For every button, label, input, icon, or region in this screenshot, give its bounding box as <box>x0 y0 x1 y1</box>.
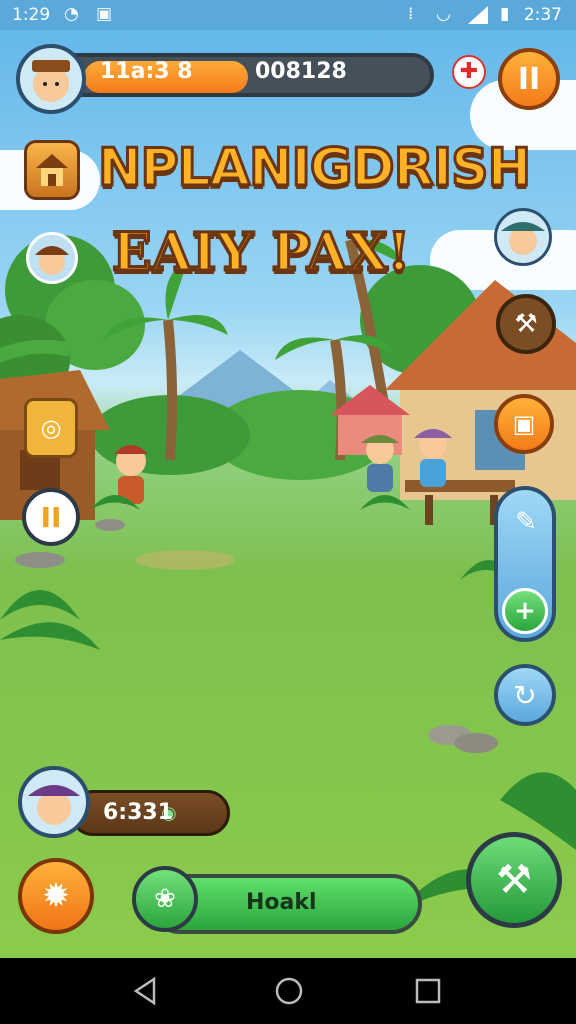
player-avatar[interactable] <box>16 44 86 114</box>
action-label: Hoakl <box>246 890 317 915</box>
left-pause-button[interactable]: II <box>22 488 80 546</box>
navigation-bar <box>0 958 576 1024</box>
tool-panel: ✎ + <box>494 486 556 642</box>
hammer-icon: ⚒ <box>514 309 538 339</box>
refresh-button[interactable]: ↻ <box>494 664 556 726</box>
back-icon[interactable] <box>132 976 160 1006</box>
house-icon <box>36 154 68 186</box>
friend-avatar[interactable] <box>26 232 78 284</box>
sun-button[interactable]: ✹ <box>18 858 94 934</box>
hammer-button[interactable]: ⚒ <box>496 294 556 354</box>
home-icon[interactable] <box>274 976 304 1006</box>
signal-icon <box>468 6 488 24</box>
tool-button[interactable]: ✎ <box>504 500 548 544</box>
hud-right-value: 008128 <box>255 59 347 84</box>
battery-icon: ▮ <box>500 4 510 24</box>
friend-face-icon <box>35 246 69 275</box>
sun-icon: ✹ <box>41 876 71 916</box>
refresh-icon: ↻ <box>513 678 537 712</box>
pause-icon: II <box>40 500 62 534</box>
status-bar: 1:29 ◔ ▣ ⁞ ◡ ▮ 2:37 <box>0 0 576 30</box>
game-subtitle: EAIY PAX! <box>110 221 411 285</box>
status-time: 1:29 <box>12 5 51 25</box>
npc-face-icon <box>501 222 545 255</box>
coin-stack-icon: ◎ <box>40 414 62 442</box>
sprout-icon: ❀ <box>154 884 176 914</box>
notification-icon: ▣ <box>96 4 113 24</box>
medkit-icon: ✚ <box>459 59 479 84</box>
game-title: NPLANIGDRISH <box>96 137 532 200</box>
shovel-icon: ⚒ <box>496 857 532 903</box>
chest-button[interactable]: ▣ <box>494 394 554 454</box>
npc-avatar[interactable] <box>494 208 552 266</box>
player-face-icon <box>32 60 70 102</box>
bottom-player-avatar[interactable] <box>18 766 90 838</box>
pause-button[interactable]: II <box>498 48 560 110</box>
alarm-icon: ◔ <box>64 4 79 24</box>
recents-icon[interactable] <box>414 976 442 1006</box>
plus-icon: + <box>514 596 536 626</box>
add-button[interactable]: + <box>502 588 548 634</box>
player-face-icon <box>28 785 80 825</box>
tool-icon: ✎ <box>515 507 537 537</box>
vibrate-icon: ⁞ <box>408 4 414 24</box>
hud-left-value: 11a:3 8 <box>100 59 193 84</box>
sprout-button[interactable]: ❀ <box>132 866 198 932</box>
shovel-button[interactable]: ⚒ <box>466 832 562 928</box>
wifi-icon: ◡ <box>436 4 451 24</box>
item-slot[interactable]: ◎ <box>24 398 78 458</box>
medkit-button[interactable]: ✚ <box>452 55 486 89</box>
coin-value: 6:331 <box>103 800 174 825</box>
pause-icon: II <box>517 61 541 97</box>
chest-icon: ▣ <box>512 410 536 438</box>
status-clock: 2:37 <box>523 5 562 25</box>
house-button[interactable] <box>24 140 80 200</box>
